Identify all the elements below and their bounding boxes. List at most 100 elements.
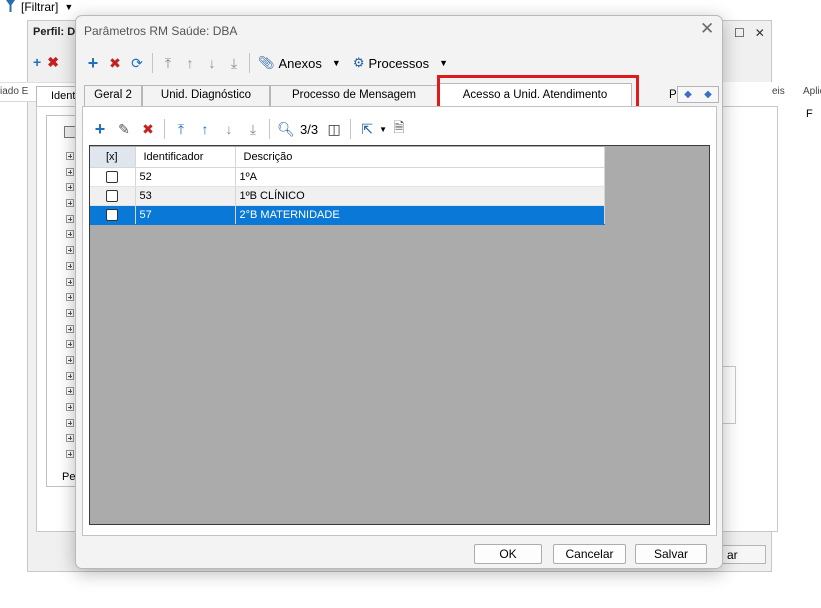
tree-expand-icon[interactable] — [66, 246, 74, 255]
maximize-icon[interactable]: ☐ — [734, 26, 745, 40]
tab-geral-2[interactable]: Geral 2 — [84, 85, 142, 106]
previous-record-icon[interactable]: ↑ — [179, 52, 201, 74]
last-record-icon[interactable]: ⤓ — [223, 52, 245, 74]
row-checkbox[interactable] — [105, 208, 118, 221]
chevron-down-icon[interactable]: ▼ — [379, 125, 387, 134]
identificador-header[interactable]: Identificador — [135, 147, 236, 168]
identificador-cell: 57 — [135, 205, 236, 225]
descricao-cell: 1ºA — [235, 167, 605, 187]
tree-expand-icon[interactable] — [66, 199, 74, 208]
tree-expand-icon[interactable] — [66, 418, 74, 427]
chevron-down-icon[interactable]: ▼ — [64, 2, 73, 12]
columns-icon[interactable]: ◫ — [322, 118, 346, 140]
edit-icon[interactable]: ✎ — [112, 118, 136, 140]
first-record-icon[interactable]: ⤒ — [157, 52, 179, 74]
tab-partial[interactable]: P — [669, 89, 677, 101]
tree-expand-icon[interactable] — [66, 230, 74, 239]
tree-expand-icon[interactable] — [66, 214, 74, 223]
delete-icon[interactable]: ✖ — [104, 52, 126, 74]
identificador-cell: 53 — [135, 186, 236, 206]
table-row[interactable]: 53 1ºB CLÍNICO — [90, 186, 605, 206]
descricao-cell: 1ºB CLÍNICO — [235, 186, 605, 206]
background-window-controls[interactable]: ☐ ✕ — [734, 26, 765, 40]
tree-expand-icon[interactable] — [66, 308, 74, 317]
anexos-label: Anexos — [278, 55, 322, 71]
tree-expand-icon[interactable] — [66, 167, 74, 176]
tree-expand-icon[interactable] — [66, 152, 74, 160]
tree-expand-icon[interactable] — [66, 355, 74, 364]
close-icon[interactable]: ✕ — [700, 19, 714, 39]
chevron-down-icon: ▼ — [331, 58, 341, 68]
delete-icon[interactable]: ✖ — [136, 118, 160, 140]
add-icon[interactable]: + — [88, 118, 112, 140]
tree-expand-icon[interactable] — [66, 340, 74, 349]
toolbar-separator — [152, 53, 153, 73]
tree-expand-icon[interactable] — [66, 403, 74, 411]
background-tab[interactable]: Ident — [36, 86, 80, 106]
tree-expand-icon[interactable] — [66, 261, 74, 270]
delete-icon[interactable]: ✖ — [47, 54, 59, 71]
toolbar-separator — [164, 119, 165, 139]
export-icon[interactable]: ⇱ — [355, 118, 379, 140]
document-icon[interactable]: 🗎 — [387, 118, 411, 140]
background-cell-value: F — [806, 108, 813, 120]
chevron-down-icon: ▼ — [439, 58, 449, 68]
close-icon[interactable]: ✕ — [755, 26, 765, 40]
background-button[interactable]: ar — [718, 545, 766, 564]
filter-icon — [6, 0, 15, 15]
last-record-icon[interactable]: ⤓ — [241, 118, 265, 140]
gear-icon: ⚙ — [352, 55, 365, 70]
select-all-header[interactable]: [x] — [90, 147, 136, 168]
save-button[interactable]: Salvar — [635, 544, 707, 564]
search-icon[interactable]: 🔍︎ — [274, 118, 298, 140]
tree-expand-icon[interactable] — [66, 450, 74, 459]
tree-expand-icon[interactable] — [66, 371, 74, 380]
descricao-header[interactable]: Descrição — [235, 147, 605, 168]
tree-expand-icon[interactable] — [66, 277, 74, 286]
table-row[interactable]: 52 1ºA — [90, 167, 605, 187]
descricao-cell: 2°B MATERNIDADE — [235, 205, 605, 225]
grid-header-row: [x] Identificador Descrição — [90, 147, 605, 168]
grid-toolbar: + ✎ ✖ ⤒ ↑ ↓ ⤓ 🔍︎ 3/3 ◫ ⇱ ▼ 🗎 — [88, 118, 411, 140]
row-checkbox-cell[interactable] — [90, 186, 136, 206]
tree-expand-icon[interactable] — [66, 434, 74, 443]
data-grid: [x] Identificador Descrição 52 1ºA 53 1º… — [90, 147, 605, 225]
next-record-icon[interactable]: ↓ — [217, 118, 241, 140]
dialog-toolbar: + ✖ ⟳ ⤒ ↑ ↓ ⤓ 📎︎ Anexos ▼ ⚙ Processos ▼ — [82, 52, 452, 74]
paperclip-icon: 📎︎ — [258, 55, 275, 70]
background-toolbar: + ✖ — [33, 54, 59, 71]
row-checkbox[interactable] — [105, 189, 118, 202]
first-record-icon[interactable]: ⤒ — [169, 118, 193, 140]
background-column-header: Aplic — [803, 86, 821, 97]
anexos-menu[interactable]: 📎︎ Anexos ▼ — [254, 55, 345, 71]
toolbar-separator — [269, 119, 270, 139]
tree-expand-icon[interactable] — [66, 293, 74, 302]
previous-record-icon[interactable]: ↑ — [193, 118, 217, 140]
tree-expand-icon[interactable] — [66, 387, 74, 396]
tree-expand-icon[interactable] — [66, 324, 74, 333]
record-count: 3/3 — [300, 121, 319, 137]
ok-button[interactable]: OK — [474, 544, 542, 564]
row-checkbox-cell[interactable] — [90, 167, 136, 187]
filter-bar[interactable]: [Filtrar] ▼ — [6, 0, 73, 14]
processos-menu[interactable]: ⚙ Processos ▼ — [349, 55, 452, 71]
tab-processo-de-mensagem[interactable]: Processo de Mensagem — [270, 85, 438, 106]
tab-unid-diagnostico[interactable]: Unid. Diagnóstico — [142, 85, 270, 106]
tab-scroll-right-icon[interactable]: ◆ — [704, 89, 712, 100]
add-icon[interactable]: + — [33, 54, 41, 71]
cancel-button[interactable]: Cancelar — [553, 544, 626, 564]
processos-label: Processos — [368, 55, 430, 71]
identificador-cell: 52 — [135, 167, 236, 187]
add-icon[interactable]: + — [82, 52, 104, 74]
refresh-icon[interactable]: ⟳ — [126, 52, 148, 74]
row-checkbox[interactable] — [105, 170, 118, 183]
tab-scroll-left-icon[interactable]: ◆ — [684, 89, 692, 100]
table-row-selected[interactable]: 57 2°B MATERNIDADE — [90, 205, 605, 225]
tab-scroll-buttons[interactable]: ◆ ◆ — [677, 86, 719, 103]
next-record-icon[interactable]: ↓ — [201, 52, 223, 74]
toolbar-separator — [350, 119, 352, 139]
tree-expand-icon[interactable] — [66, 183, 74, 192]
toolbar-separator — [249, 53, 250, 73]
row-checkbox-cell[interactable] — [90, 205, 136, 225]
background-column-header: eis — [772, 86, 785, 97]
